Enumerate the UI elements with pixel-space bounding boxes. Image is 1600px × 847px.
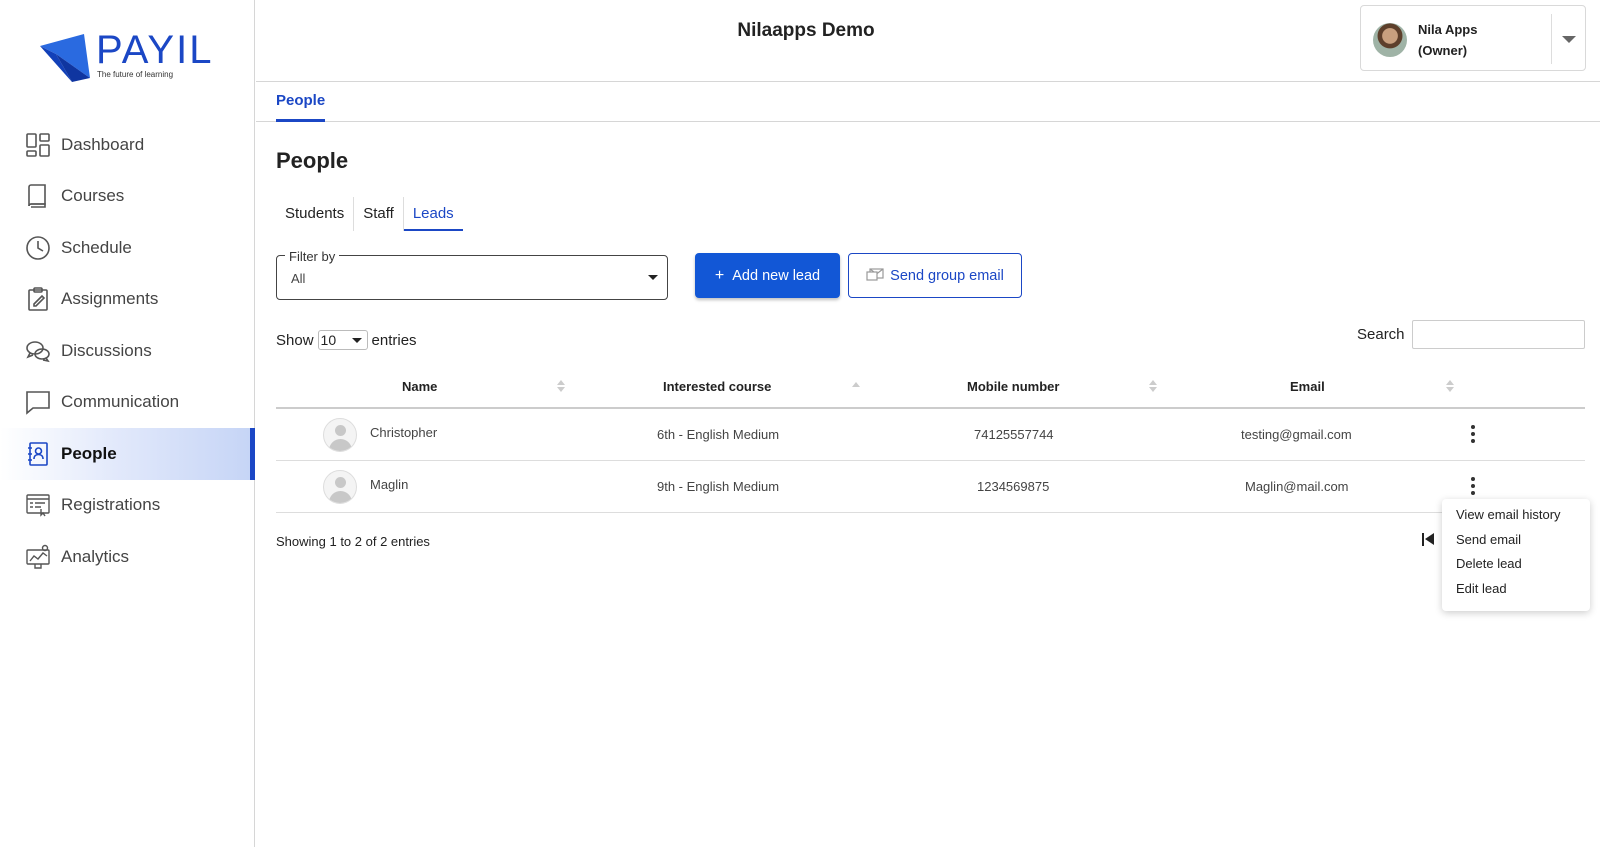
logo-mark-icon — [40, 34, 90, 82]
chevron-down-icon[interactable] — [1562, 36, 1576, 43]
filter-value: All — [291, 271, 306, 286]
cell-email: testing@gmail.com — [1241, 427, 1352, 442]
add-new-lead-label: Add new lead — [732, 267, 821, 284]
payil-logo[interactable]: PAYIL The future of learning — [38, 28, 218, 84]
sidebar-item-label: Courses — [61, 186, 125, 206]
table-row: Maglin 9th - English Medium 1234569875 M… — [276, 461, 1585, 513]
show-label: Show — [276, 331, 314, 349]
send-group-email-button[interactable]: Send group email — [848, 253, 1022, 298]
people-tabs: Students Staff Leads — [276, 197, 463, 231]
menu-item-view-email-history[interactable]: View email history — [1442, 505, 1590, 530]
sort-icon[interactable] — [557, 380, 565, 394]
sort-ascending-icon[interactable] — [852, 380, 860, 394]
cell-course: 9th - English Medium — [657, 479, 780, 494]
sidebar-item-assignments[interactable]: Assignments — [0, 274, 255, 326]
page-title: People — [276, 148, 349, 173]
more-vertical-icon[interactable] — [1470, 425, 1476, 445]
column-header-course[interactable]: Interested course — [663, 379, 771, 394]
registration-form-icon — [24, 491, 52, 519]
sub-navigation: People — [256, 82, 1600, 122]
caret-down-icon — [351, 338, 362, 343]
person-placeholder-icon — [323, 470, 357, 504]
logo-wordmark: PAYIL — [96, 28, 214, 72]
tab-people[interactable]: People — [276, 92, 326, 122]
cell-course: 6th - English Medium — [657, 427, 780, 442]
entries-select[interactable]: 10 — [317, 330, 368, 350]
tab-leads[interactable]: Leads — [403, 197, 463, 231]
top-header: Nilaapps Demo Nila Apps (Owner) — [256, 0, 1600, 82]
plus-icon: + — [714, 266, 725, 284]
sidebar-item-schedule[interactable]: Schedule — [0, 222, 255, 274]
cell-email: Maglin@mail.com — [1245, 479, 1349, 494]
table-row: Christopher 6th - English Medium 7412555… — [276, 409, 1585, 461]
entries-length-control: Show 10 entries — [276, 330, 417, 350]
cell-name: Christopher — [370, 425, 438, 440]
sidebar-item-analytics[interactable]: Analytics — [0, 531, 255, 583]
logo-tagline: The future of learning — [97, 70, 174, 79]
menu-item-edit-lead[interactable]: Edit lead — [1442, 579, 1590, 604]
sidebar-item-communication[interactable]: Communication — [0, 377, 255, 429]
tab-staff[interactable]: Staff — [354, 197, 404, 231]
first-page-icon[interactable] — [1422, 532, 1436, 548]
person-placeholder-icon — [323, 418, 357, 452]
sidebar-item-discussions[interactable]: Discussions — [0, 325, 255, 377]
row-actions-menu: View email history Send email Delete lea… — [1442, 499, 1590, 611]
filter-select[interactable]: Filter by All — [276, 249, 668, 300]
menu-item-send-email[interactable]: Send email — [1442, 530, 1590, 555]
filter-label: Filter by — [285, 249, 340, 264]
chat-bubbles-icon — [24, 337, 52, 365]
sidebar-item-label: People — [61, 443, 117, 463]
table-info: Showing 1 to 2 of 2 entries — [276, 534, 430, 549]
send-group-email-label: Send group email — [890, 267, 1004, 284]
leads-table: Name Interested course Mobile number Ema… — [276, 366, 1585, 513]
user-menu[interactable]: Nila Apps (Owner) — [1360, 5, 1586, 71]
sidebar-item-label: Assignments — [61, 289, 159, 309]
book-icon — [24, 182, 52, 210]
app-title: Nilaapps Demo — [737, 20, 875, 41]
add-new-lead-button[interactable]: + Add new lead — [695, 253, 840, 298]
sidebar-item-label: Communication — [61, 392, 180, 412]
more-vertical-icon[interactable] — [1470, 477, 1476, 497]
search-input[interactable] — [1412, 320, 1585, 349]
user-menu-divider — [1551, 14, 1552, 64]
search-label: Search — [1357, 326, 1405, 343]
column-header-name[interactable]: Name — [402, 379, 437, 394]
clock-icon — [24, 234, 52, 262]
sidebar-nav: Dashboard Courses Schedule Assignments D… — [0, 119, 255, 583]
cell-mobile: 1234569875 — [977, 479, 1050, 494]
tab-students[interactable]: Students — [276, 197, 355, 231]
sort-icon[interactable] — [1149, 380, 1157, 394]
sidebar-item-label: Dashboard — [61, 134, 145, 154]
entries-label: entries — [371, 331, 417, 349]
email-icon — [866, 267, 884, 284]
caret-down-icon — [648, 275, 658, 280]
sidebar: PAYIL The future of learning Dashboard C… — [0, 0, 255, 847]
sidebar-item-label: Analytics — [61, 546, 130, 566]
user-role: (Owner) — [1418, 43, 1468, 58]
message-square-icon — [24, 388, 52, 416]
column-header-email[interactable]: Email — [1290, 379, 1325, 394]
cell-mobile: 74125557744 — [974, 427, 1054, 442]
sidebar-item-courses[interactable]: Courses — [0, 171, 255, 223]
clipboard-icon — [24, 285, 52, 313]
cell-name: Maglin — [370, 477, 409, 492]
sidebar-item-label: Discussions — [61, 340, 152, 360]
menu-item-delete-lead[interactable]: Delete lead — [1442, 554, 1590, 579]
user-avatar — [1373, 23, 1407, 57]
column-header-mobile[interactable]: Mobile number — [967, 379, 1059, 394]
sidebar-item-label: Schedule — [61, 237, 132, 257]
sidebar-item-people[interactable]: People — [0, 428, 255, 480]
sort-icon[interactable] — [1446, 380, 1454, 394]
analytics-icon — [24, 543, 52, 571]
sidebar-item-registrations[interactable]: Registrations — [0, 480, 255, 532]
sidebar-item-dashboard[interactable]: Dashboard — [0, 119, 255, 171]
sidebar-item-label: Registrations — [61, 495, 161, 515]
table-header: Name Interested course Mobile number Ema… — [276, 366, 1585, 409]
dashboard-icon — [24, 131, 52, 159]
user-name: Nila Apps — [1418, 22, 1478, 37]
contact-book-icon — [24, 440, 52, 468]
entries-select-value: 10 — [320, 332, 337, 348]
